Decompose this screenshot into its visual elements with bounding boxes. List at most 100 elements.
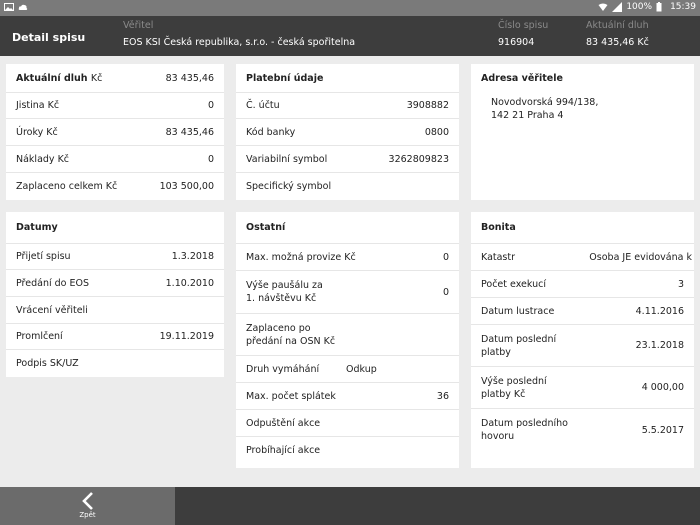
file-received-value: 1.3.2018: [171, 251, 214, 262]
cadastre-row: Katastr Osoba JE evidována k: [471, 244, 694, 271]
cloud-icon: [18, 2, 28, 12]
paid-after-osn-row: Zaplaceno po předání na OSN Kč: [236, 314, 459, 356]
creditor-address-panel: Adresa věřitele Novodvorská 994/138, 142…: [471, 64, 694, 200]
enforcement-type-row: Druh vymáhání Odkup: [236, 356, 459, 383]
signature-row: Podpis SK/UZ: [6, 350, 224, 377]
creditor-column: Věřitel EOS KSI Česká republika, s.r.o. …: [123, 20, 355, 48]
enforcement-type-label: Druh vymáhání: [246, 363, 320, 375]
other-panel: Ostatní Max. možná provize Kč 0 Výše pau…: [236, 212, 459, 468]
clock: 15:39: [670, 2, 696, 12]
ongoing-action-label: Probíhající akce: [246, 445, 321, 456]
variable-symbol-row: Variabilní symbol 3262809823: [236, 146, 459, 173]
image-icon: [4, 2, 14, 12]
wifi-icon: [598, 2, 608, 12]
dates-title-row: Datumy: [6, 212, 224, 244]
file-number-value: 916904: [498, 37, 535, 48]
paid-total-value: 103 500,00: [159, 181, 214, 192]
other-title-row: Ostatní: [236, 212, 459, 244]
payment-panel: Platební údaje Č. účtu 3908882 Kód banky…: [236, 64, 459, 200]
paid-total-row: Zaplaceno celkem Kč 103 500,00: [6, 173, 224, 200]
payment-title-row: Platební údaje: [236, 64, 459, 93]
lustration-date-label: Datum lustrace: [481, 305, 555, 317]
file-number-column: Číslo spisu 916904: [498, 20, 548, 48]
last-call-date-row: Datum posledního hovoru 5.5.2017: [471, 409, 694, 451]
battery-icon: [656, 2, 666, 12]
variable-symbol-value: 3262809823: [388, 153, 449, 165]
max-commission-label: Max. možná provize Kč: [246, 251, 356, 263]
principal-row: Jistina Kč 0: [6, 93, 224, 119]
other-title: Ostatní: [246, 222, 286, 233]
dates-panel: Datumy Přijetí spisu 1.3.2018 Předání do…: [6, 212, 224, 377]
current-debt-value: 83 435,46 Kč: [586, 37, 649, 48]
last-payment-amount-label: Výše poslední platby Kč: [481, 375, 547, 400]
page-title: Detail spisu: [12, 31, 86, 44]
last-payment-amount-row: Výše poslední platby Kč 4 000,00: [471, 367, 694, 409]
max-installments-value: 36: [436, 390, 449, 402]
account-row: Č. účtu 3908882: [236, 93, 459, 119]
file-received-row: Přijetí spisu 1.3.2018: [6, 244, 224, 270]
costs-label: Náklady Kč: [16, 153, 70, 165]
current-debt-label: Aktuální dluh: [586, 20, 649, 31]
account-value: 3908882: [406, 100, 449, 111]
debt-current-row: Aktuální dluh Kč 83 435,46: [6, 64, 224, 93]
return-creditor-row: Vrácení věřiteli: [6, 297, 224, 324]
address-block: Novodvorská 994/138, 142 21 Praha 4: [471, 93, 694, 125]
executions-row: Počet exekucí 3: [471, 271, 694, 298]
dates-title: Datumy: [16, 222, 58, 233]
costs-row: Náklady Kč 0: [6, 146, 224, 173]
action-waiver-row: Odpuštění akce: [236, 410, 459, 437]
last-payment-date-label: Datum poslední platby: [481, 333, 557, 358]
limitation-value: 19.11.2019: [159, 331, 214, 342]
bonita-title-row: Bonita: [471, 212, 694, 244]
limitation-row: Promlčení 19.11.2019: [6, 324, 224, 350]
creditor-label: Věřitel: [123, 20, 154, 31]
debt-current-unit: Kč: [90, 72, 103, 84]
handover-eos-label: Předání do EOS: [16, 277, 90, 289]
address-title: Adresa věřitele: [481, 73, 563, 84]
principal-label: Jistina Kč: [16, 100, 60, 111]
max-commission-value: 0: [442, 251, 449, 263]
limitation-label: Promlčení: [16, 331, 63, 342]
address-line-1: Novodvorská 994/138,: [491, 97, 599, 108]
last-call-date-value: 5.5.2017: [641, 424, 684, 436]
back-button[interactable]: Zpět: [0, 487, 175, 525]
principal-value: 0: [207, 100, 214, 111]
interest-label: Úroky Kč: [16, 126, 58, 138]
creditor-value: EOS KSI Česká republika, s.r.o. - česká …: [123, 37, 356, 48]
bottom-bar: Zpět: [0, 487, 700, 525]
handover-eos-row: Předání do EOS 1.10.2010: [6, 270, 224, 297]
battery-percent: 100%: [626, 2, 653, 12]
specific-symbol-row: Specifický symbol: [236, 173, 459, 200]
first-visit-fee-row: Výše paušálu za 1. návštěvu Kč 0: [236, 271, 459, 314]
cadastre-value: Osoba JE evidována k: [589, 251, 692, 263]
specific-symbol-label: Specifický symbol: [246, 181, 332, 192]
interest-row: Úroky Kč 83 435,46: [6, 119, 224, 146]
last-call-date-label: Datum posledního hovoru: [481, 418, 568, 442]
bonita-title: Bonita: [481, 222, 516, 233]
lustration-date-row: Datum lustrace 4.11.2016: [471, 298, 694, 325]
account-label: Č. účtu: [246, 100, 280, 111]
signature-label: Podpis SK/UZ: [16, 358, 79, 369]
interest-value: 83 435,46: [165, 126, 214, 138]
paid-after-osn-label: Zaplaceno po předání na OSN Kč: [246, 322, 336, 347]
variable-symbol-label: Variabilní symbol: [246, 153, 328, 165]
file-number-label: Číslo spisu: [498, 20, 549, 31]
last-payment-date-value: 23.1.2018: [635, 340, 684, 351]
signal-icon: [612, 2, 623, 12]
bank-code-row: Kód banky 0800: [236, 119, 459, 146]
executions-label: Počet exekucí: [481, 278, 546, 290]
file-received-label: Přijetí spisu: [16, 251, 71, 262]
status-bar: 100% 15:39: [0, 0, 700, 16]
max-installments-row: Max. počet splátek 36: [236, 383, 459, 410]
chevron-left-icon: [81, 492, 93, 510]
back-label: Zpět: [79, 511, 96, 519]
address-line-2: 142 21 Praha 4: [491, 110, 564, 121]
debt-current-value: 83 435,46: [165, 72, 214, 84]
first-visit-fee-label: Výše paušálu za 1. návštěvu Kč: [246, 280, 323, 304]
costs-value: 0: [207, 153, 214, 165]
last-payment-date-row: Datum poslední platby 23.1.2018: [471, 325, 694, 367]
bank-code-label: Kód banky: [246, 126, 296, 138]
debt-current-label: Aktuální dluh: [16, 72, 88, 84]
handover-eos-value: 1.10.2010: [165, 277, 214, 289]
return-creditor-label: Vrácení věřiteli: [16, 304, 88, 316]
